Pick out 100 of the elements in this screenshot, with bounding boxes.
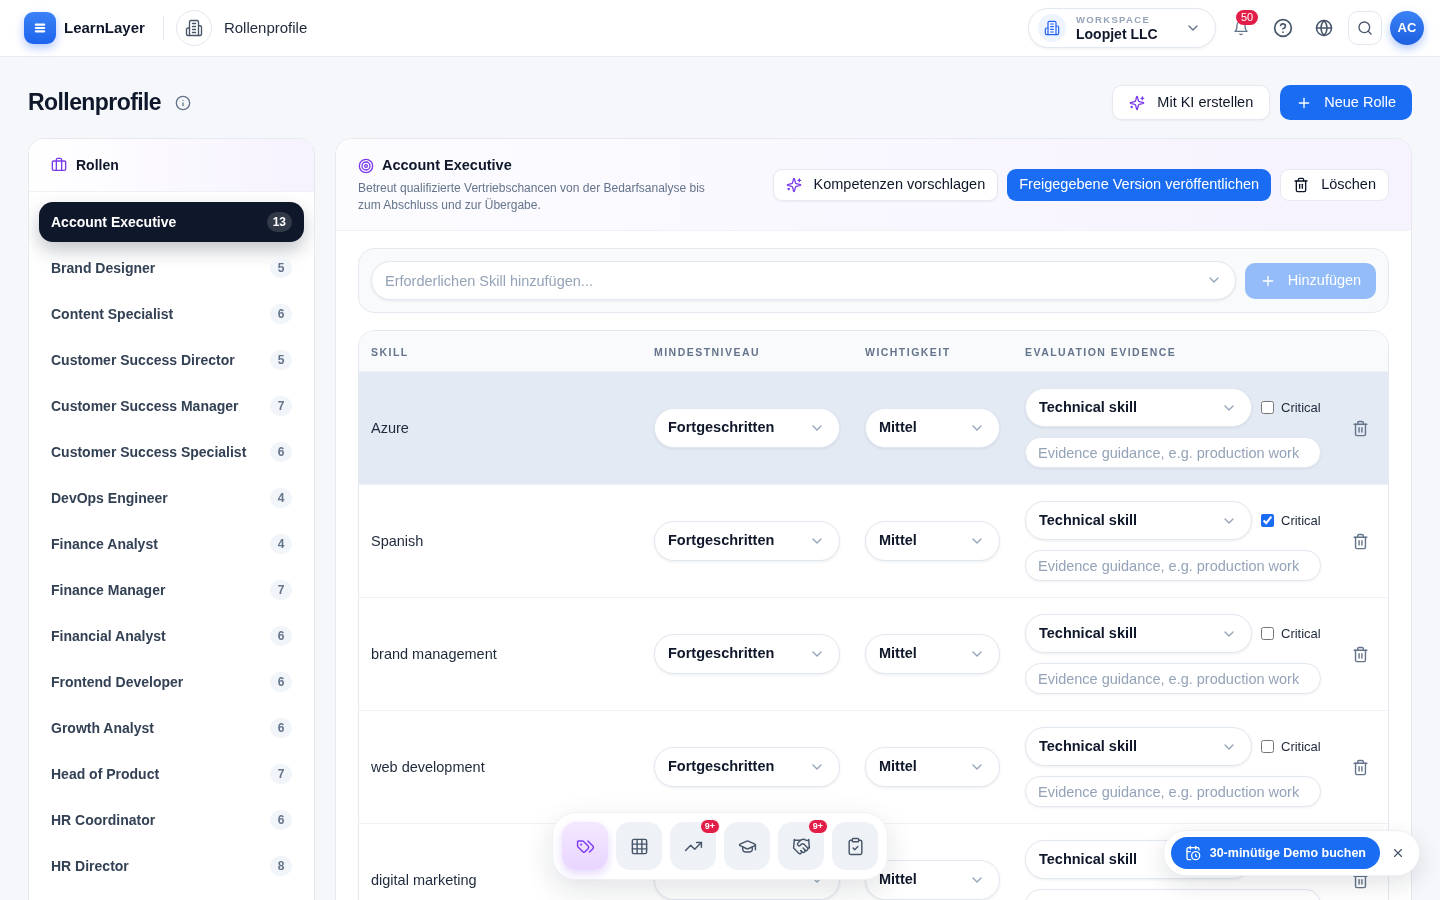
- critical-checkbox[interactable]: [1261, 740, 1274, 753]
- trash-icon[interactable]: [1352, 419, 1369, 437]
- skill-name: brand management: [371, 646, 497, 662]
- skill-name: Azure: [371, 420, 409, 436]
- importance-select[interactable]: Mittel: [865, 408, 1000, 448]
- grid-icon: [629, 836, 649, 856]
- building-button[interactable]: [175, 10, 212, 46]
- importance-select[interactable]: Mittel: [865, 634, 1000, 674]
- trash-icon: [1293, 176, 1310, 193]
- critical-checkbox[interactable]: [1261, 401, 1274, 414]
- level-select[interactable]: Fortgeschritten: [654, 747, 840, 787]
- skill-name: digital marketing: [371, 872, 477, 888]
- search-icon: [1357, 20, 1373, 36]
- role-item[interactable]: HR Director 8: [39, 846, 304, 886]
- new-role-button[interactable]: Neue Rolle: [1280, 85, 1412, 120]
- count-badge: 5: [270, 258, 292, 278]
- bell-icon[interactable]: [1233, 20, 1249, 36]
- count-badge: 6: [270, 672, 292, 692]
- app-logo-icon[interactable]: [24, 12, 56, 44]
- grid-button[interactable]: [616, 822, 662, 870]
- role-item[interactable]: Head of Product 7: [39, 754, 304, 794]
- workspace-selector[interactable]: WORKSPACE Loopjet LLC: [1028, 8, 1216, 48]
- critical-label: Critical: [1281, 624, 1321, 643]
- column-header: MINDESTNIVEAU: [654, 346, 761, 358]
- count-badge: 7: [270, 396, 292, 416]
- count-badge: 6: [270, 810, 292, 830]
- panel-title: Rollen: [76, 155, 119, 175]
- level-select[interactable]: Fortgeschritten: [654, 521, 840, 561]
- role-item[interactable]: Frontend Developer 6: [39, 662, 304, 702]
- evidence-guidance-field[interactable]: Evidence guidance, e.g. production work: [1025, 776, 1321, 807]
- role-title: Account Executive: [382, 155, 512, 175]
- column-header: EVALUATION EVIDENCE: [1025, 346, 1177, 358]
- trending-up-button[interactable]: [670, 822, 716, 870]
- sparkle-icon: [1129, 94, 1146, 111]
- building-icon: [1038, 14, 1066, 42]
- evidence-guidance-field[interactable]: Evidence guidance, e.g. production work: [1025, 550, 1321, 581]
- book-demo-button[interactable]: 30-minütige Demo buchen: [1170, 837, 1380, 869]
- evidence-type-select[interactable]: Technical skill: [1025, 388, 1252, 427]
- role-item[interactable]: DevOps Engineer 4: [39, 478, 304, 518]
- tags-button[interactable]: [562, 822, 608, 870]
- breadcrumb-title: Rollenprofile: [223, 17, 308, 38]
- importance-select[interactable]: Mittel: [865, 860, 1000, 900]
- count-badge: 6: [270, 626, 292, 646]
- column-header: WICHTIGKEIT: [865, 346, 951, 358]
- importance-select[interactable]: Mittel: [865, 521, 1000, 561]
- role-description: Betreut qualifizierte Vertriebschancen von der Bedarfsanalyse bis zum Abschluss und zur Übergabe.: [358, 180, 706, 215]
- count-badge: 5: [270, 350, 292, 370]
- level-select[interactable]: Fortgeschritten: [654, 634, 840, 674]
- role-item[interactable]: Finance Analyst 4: [39, 524, 304, 564]
- role-item[interactable]: Customer Success Director 5: [39, 340, 304, 380]
- importance-select[interactable]: Mittel: [865, 747, 1000, 787]
- graduation-cap-button[interactable]: [724, 822, 770, 870]
- briefcase-icon: [51, 157, 67, 173]
- delete-button[interactable]: Löschen: [1280, 168, 1389, 201]
- role-item[interactable]: Customer Success Specialist 6: [39, 432, 304, 472]
- search-button[interactable]: [1348, 11, 1382, 45]
- level-select[interactable]: Fortgeschritten: [654, 408, 840, 448]
- evidence-guidance-field[interactable]: Evidence guidance, e.g. production work: [1025, 663, 1321, 694]
- evidence-guidance-field[interactable]: Evidence guidance, e.g. production work: [1025, 437, 1321, 468]
- count-badge: 8: [270, 856, 292, 876]
- role-item[interactable]: HR Coordinator 6: [39, 800, 304, 840]
- critical-checkbox[interactable]: [1261, 514, 1274, 527]
- role-item[interactable]: Brand Designer 5: [39, 248, 304, 288]
- role-item[interactable]: Financial Analyst 6: [39, 616, 304, 656]
- count-badge: 7: [270, 764, 292, 784]
- ai-create-button[interactable]: Mit KI erstellen: [1112, 85, 1271, 120]
- page-title: Rollenprofile: [28, 88, 162, 118]
- evidence-type-select[interactable]: Technical skill: [1025, 614, 1252, 653]
- role-item[interactable]: Growth Analyst 6: [39, 708, 304, 748]
- notification-count-badge: 50: [1236, 10, 1259, 25]
- suggest-button[interactable]: Kompetenzen vorschlagen: [772, 168, 999, 201]
- role-item[interactable]: Finance Manager 7: [39, 570, 304, 610]
- clipboard-check-button[interactable]: [832, 822, 878, 870]
- trash-icon[interactable]: [1352, 645, 1369, 663]
- close-icon[interactable]: [1391, 846, 1405, 860]
- critical-checkbox[interactable]: [1261, 627, 1274, 640]
- evidence-type-select[interactable]: Technical skill: [1025, 727, 1252, 766]
- info-icon[interactable]: [175, 94, 192, 111]
- app-name: LearnLayer: [64, 17, 145, 38]
- role-item[interactable]: Content Specialist 6: [39, 294, 304, 334]
- sparkle-icon: [785, 176, 802, 193]
- publish-button[interactable]: Freigegebene Version veröffentlichen: [1007, 168, 1272, 201]
- count-badge: 13: [266, 212, 292, 232]
- column-header: SKILL: [371, 346, 409, 358]
- trash-icon[interactable]: [1352, 758, 1369, 776]
- help-icon[interactable]: [1273, 18, 1293, 38]
- globe-icon[interactable]: [1315, 19, 1333, 37]
- role-item[interactable]: Account Executive 13: [39, 202, 304, 242]
- handshake-button[interactable]: [778, 822, 824, 870]
- evidence-type-select[interactable]: Technical skill: [1025, 501, 1252, 540]
- user-avatar[interactable]: AC: [1390, 11, 1424, 45]
- clipboard-check-icon: [845, 836, 865, 856]
- role-item[interactable]: Customer Success Manager 7: [39, 386, 304, 426]
- building-icon: [184, 19, 203, 37]
- trash-icon[interactable]: [1352, 532, 1369, 550]
- handshake-icon: [791, 836, 811, 856]
- calendar-clock-icon: [1184, 845, 1201, 861]
- count-badge: 4: [270, 534, 292, 554]
- count-badge: 6: [270, 718, 292, 738]
- count-badge: 6: [270, 442, 292, 462]
